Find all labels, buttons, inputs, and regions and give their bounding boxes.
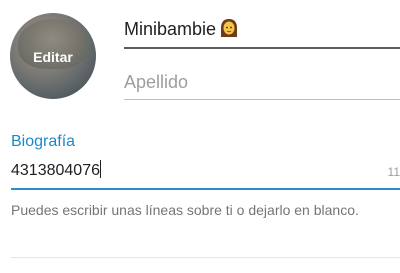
- divider: [11, 257, 400, 258]
- last-name-placeholder: Apellido: [124, 72, 189, 92]
- bio-value: 4313804076: [11, 162, 100, 179]
- profile-photo[interactable]: Editar: [10, 13, 96, 99]
- edit-profile-screen: Editar Minibambie Apellido Biografía 431…: [0, 0, 400, 273]
- woman-emoji-icon: [220, 18, 238, 38]
- bio-label: Biografía: [11, 133, 76, 150]
- first-name-underline: [124, 47, 400, 49]
- edit-photo-label: Editar: [33, 49, 73, 65]
- bio-char-counter: 11: [387, 165, 400, 179]
- text-cursor: [99, 160, 102, 178]
- bio-underline: [11, 188, 400, 190]
- last-name-field[interactable]: Apellido: [124, 72, 400, 102]
- bio-input[interactable]: 4313804076 11: [11, 160, 400, 190]
- last-name-underline: [124, 99, 400, 100]
- first-name-value: Minibambie: [124, 19, 217, 39]
- first-name-field[interactable]: Minibambie: [124, 18, 400, 49]
- bio-helper-text: Puedes escribir unas líneas sobre ti o d…: [11, 202, 359, 218]
